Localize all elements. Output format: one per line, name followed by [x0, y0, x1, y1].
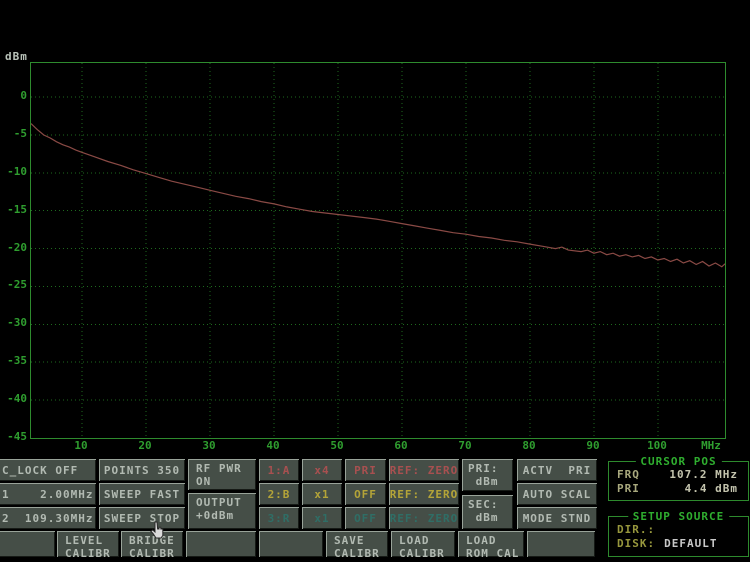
x-tick-label: 40: [266, 439, 280, 452]
btn-ch3-mode[interactable]: OFF: [345, 507, 386, 529]
cursor-pri-value: 4.4 dBm: [684, 482, 738, 495]
y-tick-label: -35: [7, 354, 27, 367]
dir-label: DIR.:: [617, 523, 656, 536]
btn-ch2-scale[interactable]: x1: [302, 483, 342, 505]
y-tick-label: -30: [7, 316, 27, 329]
btn-points[interactable]: POINTS 350: [99, 459, 185, 481]
x-tick-label: 70: [458, 439, 472, 452]
cursor-frq-value: 107.2 MHz: [669, 468, 738, 481]
btn-auto-scal[interactable]: AUTO SCAL: [517, 483, 597, 505]
btn-sweep-stop[interactable]: SWEEP STOP: [99, 507, 185, 529]
btn-pri-units[interactable]: PRI: dBm: [462, 459, 513, 491]
btn-ch1-mode[interactable]: PRI: [345, 459, 386, 481]
btn-rf-power[interactable]: RF PWR ON: [188, 459, 256, 490]
btn-ch1-ref[interactable]: REF: ZERO: [389, 459, 459, 481]
x-tick-label: 100: [647, 439, 667, 452]
setup-source-panel: SETUP SOURCE DIR.: DISK: DEFAULT: [608, 510, 749, 557]
btn-load-rom-cal[interactable]: LOAD ROM CAL: [458, 531, 524, 557]
btn-ch3-scale[interactable]: x1: [302, 507, 342, 529]
x-tick-label: 90: [586, 439, 600, 452]
btn-blank-1[interactable]: [0, 531, 55, 557]
y-tick-label: -25: [7, 278, 27, 291]
x-tick-label: 50: [330, 439, 344, 452]
btn-lock[interactable]: C_LOCK OFF: [0, 459, 96, 481]
btn-sweep-fast[interactable]: SWEEP FAST: [99, 483, 185, 505]
btn-ch3-input[interactable]: 3:R: [259, 507, 299, 529]
y-tick-label: -5: [13, 127, 27, 140]
btn-ch1-scale[interactable]: x4: [302, 459, 342, 481]
disk-label: DISK:: [617, 537, 656, 550]
btn-load-calibr[interactable]: LOAD CALIBR: [391, 531, 455, 557]
cursor-pri-label: PRI: [617, 482, 640, 495]
btn-blank-3[interactable]: [259, 531, 323, 557]
btn-actv-pri[interactable]: ACTV PRI: [517, 459, 597, 481]
x-axis-unit-label: MHz: [701, 439, 721, 452]
y-tick-label: -45: [7, 430, 27, 443]
cursor-frq-label: FRQ: [617, 468, 640, 481]
x-tick-label: 30: [202, 439, 216, 452]
cursor-pos-title: CURSOR POS: [635, 455, 722, 468]
btn-output-level[interactable]: OUTPUT +0dBm: [188, 493, 256, 529]
btn-start-freq[interactable]: 1 2.00MHz: [0, 483, 96, 505]
y-tick-label: -10: [7, 165, 27, 178]
plot-area[interactable]: [30, 62, 726, 439]
btn-blank-4[interactable]: [527, 531, 595, 557]
setup-source-title: SETUP SOURCE: [627, 510, 730, 523]
y-tick-label: -40: [7, 392, 27, 405]
btn-level-calibr[interactable]: LEVEL CALIBR: [57, 531, 119, 557]
btn-save-calibr[interactable]: SAVE CALIBR: [326, 531, 388, 557]
btn-ch3-ref[interactable]: REF: ZERO: [389, 507, 459, 529]
y-tick-label: -20: [7, 241, 27, 254]
btn-ch2-input[interactable]: 2:B: [259, 483, 299, 505]
y-tick-label: 0: [20, 89, 27, 102]
x-tick-label: 20: [138, 439, 152, 452]
btn-ch1-input[interactable]: 1:A: [259, 459, 299, 481]
x-tick-label: 80: [522, 439, 536, 452]
btn-ch2-mode[interactable]: OFF: [345, 483, 386, 505]
btn-ch2-ref[interactable]: REF: ZERO: [389, 483, 459, 505]
pointer-hand-icon: [149, 521, 166, 546]
btn-sec-units[interactable]: SEC: dBm: [462, 495, 513, 529]
btn-mode-stnd[interactable]: MODE STND: [517, 507, 597, 529]
instrument-screen: dBm 0 -5 -10 -15 -20 -25 -30 -35 -40 -45 10 20 30 40 5…: [0, 0, 750, 562]
x-tick-label: 60: [394, 439, 408, 452]
btn-blank-2[interactable]: [186, 531, 256, 557]
cursor-pos-panel: CURSOR POS FRQ 107.2 MHz PRI 4.4 dBm: [608, 455, 749, 501]
y-axis-unit-label: dBm: [5, 50, 28, 63]
disk-value: DEFAULT: [664, 537, 718, 550]
y-tick-label: -15: [7, 203, 27, 216]
x-tick-label: 10: [74, 439, 88, 452]
btn-stop-freq[interactable]: 2 109.30MHz: [0, 507, 96, 529]
